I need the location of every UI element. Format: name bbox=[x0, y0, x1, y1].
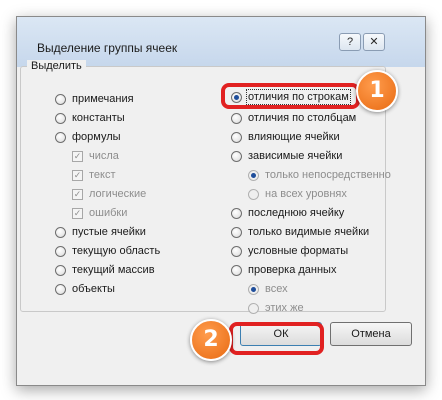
option-label: пустые ячейки bbox=[72, 226, 146, 238]
option-conditional-formats[interactable]: условные форматы bbox=[231, 244, 348, 258]
option-row-differences[interactable]: отличия по строкам bbox=[231, 89, 351, 105]
option-label: формулы bbox=[72, 131, 121, 143]
option-label: только видимые ячейки bbox=[248, 226, 370, 238]
radio-icon[interactable] bbox=[248, 302, 259, 314]
radio-icon[interactable] bbox=[231, 112, 242, 124]
radio-selected-icon[interactable] bbox=[248, 169, 259, 181]
option-current-region[interactable]: текущую область bbox=[55, 244, 160, 258]
radio-icon[interactable] bbox=[231, 264, 242, 276]
checkbox-checked-icon[interactable]: ✓ bbox=[72, 150, 83, 162]
option-label: этих же bbox=[265, 302, 304, 314]
option-all-levels[interactable]: на всех уровнях bbox=[248, 187, 347, 201]
option-label: условные форматы bbox=[248, 245, 349, 257]
radio-icon[interactable] bbox=[55, 264, 66, 276]
radio-icon[interactable] bbox=[248, 188, 259, 200]
option-data-validation[interactable]: проверка данных bbox=[231, 263, 336, 277]
option-precedents[interactable]: влияющие ячейки bbox=[231, 130, 340, 144]
option-constants[interactable]: константы bbox=[55, 111, 125, 125]
option-label: отличия по столбцам bbox=[248, 112, 357, 124]
option-label: текущую область bbox=[72, 245, 161, 257]
option-numbers[interactable]: ✓ числа bbox=[72, 149, 119, 163]
radio-icon[interactable] bbox=[55, 245, 66, 257]
option-logicals[interactable]: ✓ логические bbox=[72, 187, 146, 201]
option-label: ошибки bbox=[89, 207, 128, 219]
help-button[interactable]: ? bbox=[339, 33, 361, 51]
option-label: влияющие ячейки bbox=[248, 131, 340, 143]
ok-button[interactable]: ОК bbox=[240, 322, 322, 346]
radio-icon[interactable] bbox=[55, 112, 66, 124]
option-direct-only[interactable]: только непосредственно bbox=[248, 168, 391, 182]
option-formulas[interactable]: формулы bbox=[55, 130, 121, 144]
radio-selected-icon[interactable] bbox=[248, 283, 259, 295]
option-label: текст bbox=[89, 169, 116, 181]
group-legend: Выделить bbox=[27, 60, 86, 72]
option-column-differences[interactable]: отличия по столбцам bbox=[231, 111, 356, 125]
step-badge-1: 1 bbox=[356, 70, 398, 112]
cancel-button[interactable]: Отмена bbox=[330, 322, 412, 346]
checkbox-checked-icon[interactable]: ✓ bbox=[72, 207, 83, 219]
radio-icon[interactable] bbox=[231, 150, 242, 162]
option-visible-cells[interactable]: только видимые ячейки bbox=[231, 225, 369, 239]
dialog-title: Выделение группы ячеек bbox=[37, 41, 178, 55]
option-errors[interactable]: ✓ ошибки bbox=[72, 206, 127, 220]
option-label: логические bbox=[89, 188, 147, 200]
option-blanks[interactable]: пустые ячейки bbox=[55, 225, 146, 239]
radio-icon[interactable] bbox=[231, 245, 242, 257]
option-label: числа bbox=[89, 150, 119, 162]
option-validation-all[interactable]: всех bbox=[248, 282, 288, 296]
option-label: зависимые ячейки bbox=[248, 150, 343, 162]
option-label: текущий массив bbox=[72, 264, 155, 276]
checkbox-checked-icon[interactable]: ✓ bbox=[72, 169, 83, 181]
option-objects[interactable]: объекты bbox=[55, 282, 115, 296]
radio-icon[interactable] bbox=[231, 207, 242, 219]
option-comments[interactable]: примечания bbox=[55, 92, 134, 106]
step-badge-2: 2 bbox=[190, 319, 232, 361]
option-label: примечания bbox=[72, 93, 134, 105]
option-dependents[interactable]: зависимые ячейки bbox=[231, 149, 342, 163]
option-validation-same[interactable]: этих же bbox=[248, 301, 304, 315]
option-label: проверка данных bbox=[248, 264, 337, 276]
radio-selected-icon[interactable] bbox=[231, 91, 242, 103]
radio-icon[interactable] bbox=[55, 93, 66, 105]
radio-icon[interactable] bbox=[55, 283, 66, 295]
option-label: отличия по строкам bbox=[246, 89, 351, 105]
checkbox-checked-icon[interactable]: ✓ bbox=[72, 188, 83, 200]
close-button[interactable]: ✕ bbox=[363, 33, 385, 51]
option-label: всех bbox=[265, 283, 288, 295]
option-label: последнюю ячейку bbox=[248, 207, 345, 219]
radio-icon[interactable] bbox=[55, 226, 66, 238]
option-label: объекты bbox=[72, 283, 115, 295]
option-label: на всех уровнях bbox=[265, 188, 347, 200]
option-current-array[interactable]: текущий массив bbox=[55, 263, 155, 277]
option-label: константы bbox=[72, 112, 125, 124]
radio-icon[interactable] bbox=[231, 226, 242, 238]
radio-icon[interactable] bbox=[55, 131, 66, 143]
option-label: только непосредственно bbox=[265, 169, 391, 181]
option-last-cell[interactable]: последнюю ячейку bbox=[231, 206, 344, 220]
option-text[interactable]: ✓ текст bbox=[72, 168, 116, 182]
radio-icon[interactable] bbox=[231, 131, 242, 143]
